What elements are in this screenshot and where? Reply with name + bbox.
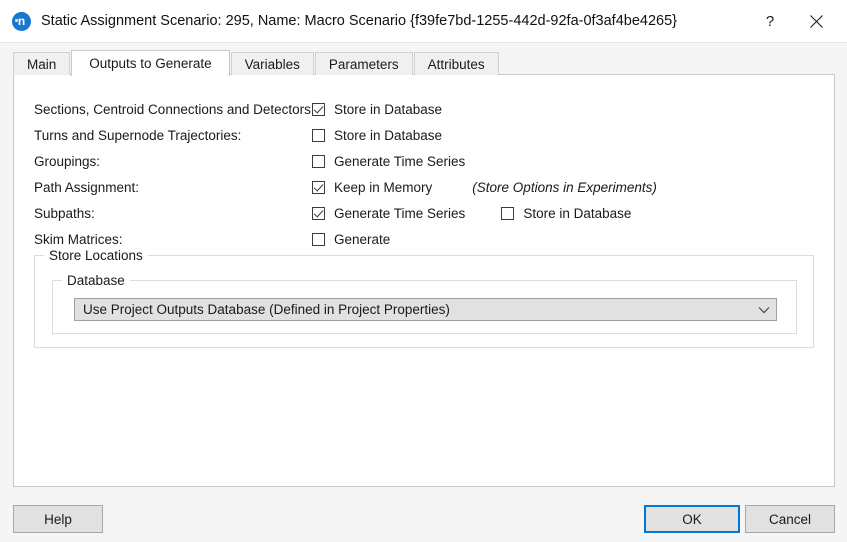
database-select[interactable]: Use Project Outputs Database (Defined in… xyxy=(74,298,777,321)
window-title-guid: {f39fe7bd-1255-442d-92fa-0f3af4be4265} xyxy=(410,13,678,29)
chevron-down-icon-glyph xyxy=(758,306,770,313)
path-assignment-note: (Store Options in Experiments) xyxy=(472,179,657,195)
checkbox-sections-store-in-database[interactable] xyxy=(312,102,325,116)
cancel-button[interactable]: Cancel xyxy=(745,505,835,533)
checkbox-subpaths-store-in-database-label: Store in Database xyxy=(523,205,632,221)
checkbox-path-assignment-keep-in-memory[interactable] xyxy=(312,180,325,194)
row-subpaths: Subpaths: Generate Time Series Store in … xyxy=(34,200,657,226)
row-path-assignment-checkbox-group[interactable]: Keep in Memory xyxy=(312,180,432,195)
help-icon[interactable]: ? xyxy=(747,0,793,42)
window-title-text: Static Assignment Scenario: 295, Name: M… xyxy=(41,13,407,29)
outputs-rows: Sections, Centroid Connections and Detec… xyxy=(34,96,657,252)
app-icon: n xyxy=(12,11,31,31)
row-path-assignment: Path Assignment: Keep in Memory (Store O… xyxy=(34,174,657,200)
ok-button[interactable]: OK xyxy=(644,505,740,533)
row-sections: Sections, Centroid Connections and Detec… xyxy=(34,96,657,122)
database-groupbox: Database Use Project Outputs Database (D… xyxy=(52,273,797,334)
checkbox-subpaths-generate-time-series-label: Generate Time Series xyxy=(334,205,466,221)
store-locations-groupbox: Store Locations Database Use Project Out… xyxy=(34,248,814,348)
app-icon-letter: n xyxy=(17,13,26,28)
database-select-value: Use Project Outputs Database (Defined in… xyxy=(83,302,450,317)
checkbox-subpaths-generate-time-series[interactable] xyxy=(312,206,325,220)
chevron-down-icon xyxy=(752,306,776,314)
row-subpaths-label: Subpaths: xyxy=(34,205,95,221)
tab-attributes[interactable]: Attributes xyxy=(413,52,499,75)
checkbox-turns-store-in-database-label: Store in Database xyxy=(334,127,443,143)
row-sections-label: Sections, Centroid Connections and Detec… xyxy=(34,101,315,117)
checkbox-groupings-generate-time-series-label: Generate Time Series xyxy=(334,153,466,169)
tab-main[interactable]: Main xyxy=(13,52,71,75)
store-locations-groupbox-title: Store Locations xyxy=(44,248,148,263)
window-title: Static Assignment Scenario: 295, Name: M… xyxy=(41,13,677,29)
close-icon-glyph xyxy=(809,14,823,28)
row-subpaths-checkbox-group[interactable]: Generate Time Series xyxy=(312,206,465,221)
title-bar: n Static Assignment Scenario: 295, Name:… xyxy=(0,0,847,43)
tab-variables[interactable]: Variables xyxy=(230,52,314,75)
checkbox-sections-store-in-database-label: Store in Database xyxy=(334,101,443,117)
close-icon[interactable] xyxy=(793,0,839,42)
help-button[interactable]: Help xyxy=(13,505,103,533)
row-sections-checkbox-group[interactable]: Store in Database xyxy=(312,102,442,117)
tab-outputs-to-generate[interactable]: Outputs to Generate xyxy=(71,50,230,76)
row-turns-label: Turns and Supernode Trajectories: xyxy=(34,127,242,143)
row-skim-matrices-label: Skim Matrices: xyxy=(34,231,123,247)
tab-content-panel: Sections, Centroid Connections and Detec… xyxy=(13,74,835,487)
row-subpaths-checkbox-group-2[interactable]: Store in Database xyxy=(501,206,631,221)
checkbox-skim-matrices-generate-label: Generate xyxy=(334,231,391,247)
row-groupings: Groupings: Generate Time Series xyxy=(34,148,657,174)
tab-strip: Main Outputs to Generate Variables Param… xyxy=(13,50,835,76)
tab-parameters[interactable]: Parameters xyxy=(314,52,413,75)
database-groupbox-title: Database xyxy=(62,273,130,288)
checkbox-subpaths-store-in-database[interactable] xyxy=(501,206,515,220)
row-skim-matrices-checkbox-group[interactable]: Generate xyxy=(312,232,390,247)
checkbox-groupings-generate-time-series[interactable] xyxy=(312,154,325,168)
row-groupings-label: Groupings: xyxy=(34,153,101,169)
checkbox-turns-store-in-database[interactable] xyxy=(312,128,325,142)
row-turns-checkbox-group[interactable]: Store in Database xyxy=(312,128,442,143)
row-groupings-checkbox-group[interactable]: Generate Time Series xyxy=(312,154,465,169)
row-path-assignment-label: Path Assignment: xyxy=(34,179,140,195)
checkbox-path-assignment-keep-in-memory-label: Keep in Memory xyxy=(334,179,433,195)
checkbox-skim-matrices-generate[interactable] xyxy=(312,232,325,246)
row-turns: Turns and Supernode Trajectories: Store … xyxy=(34,122,657,148)
